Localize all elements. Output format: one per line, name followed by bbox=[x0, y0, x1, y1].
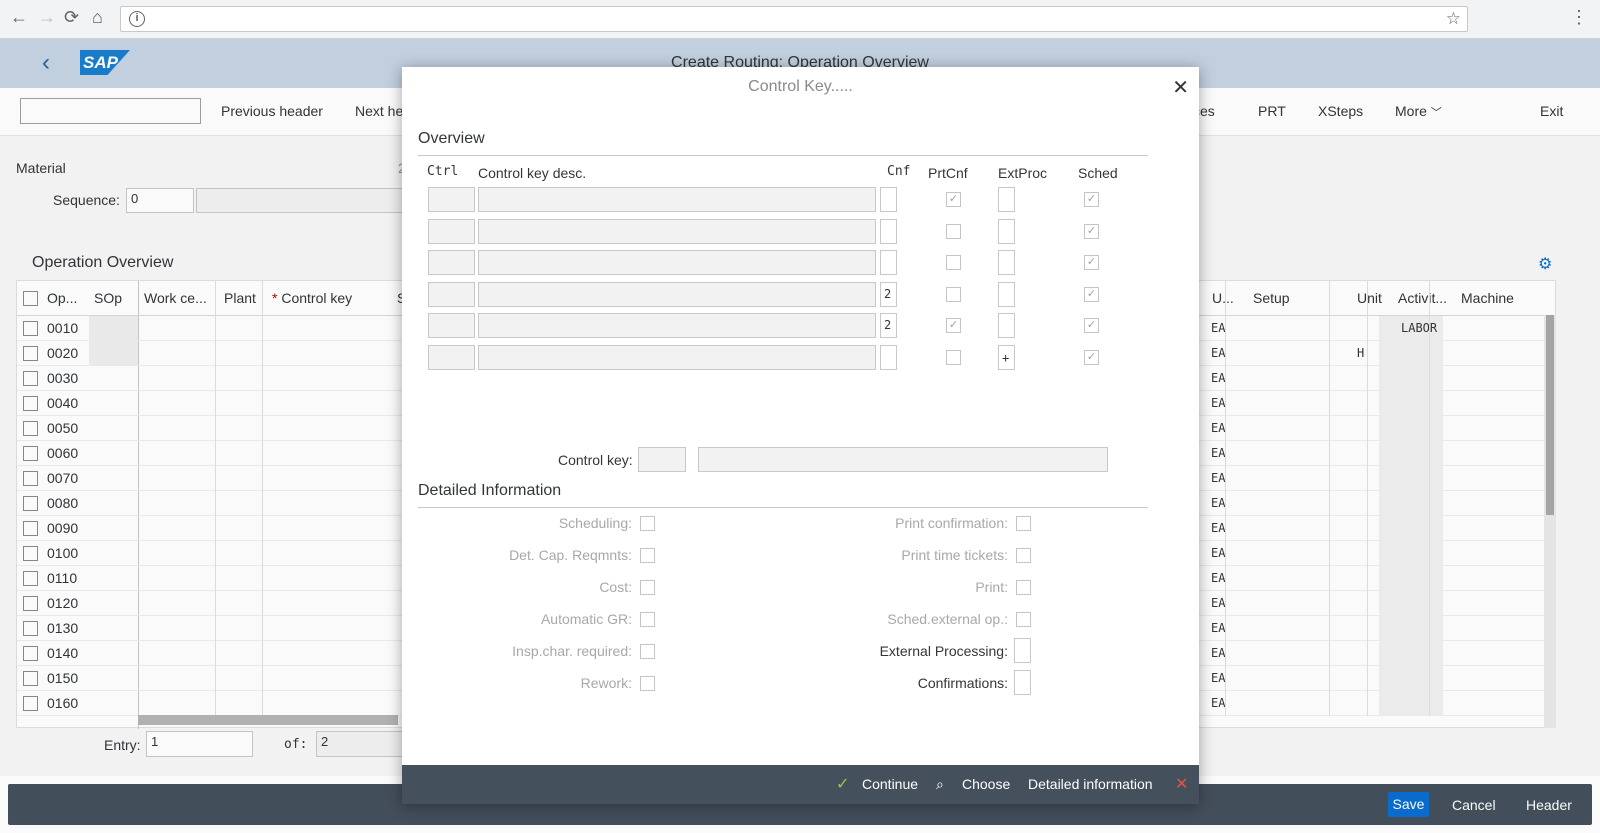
detail-left-label: Insp.char. required: bbox=[512, 643, 632, 659]
extproc-input[interactable] bbox=[998, 313, 1015, 338]
prtcnf-checkbox[interactable]: ✓ bbox=[946, 192, 961, 207]
desc-input[interactable] bbox=[478, 250, 876, 275]
prtcnf-checkbox[interactable] bbox=[946, 255, 961, 270]
bookmark-star-icon[interactable]: ☆ bbox=[1446, 9, 1461, 29]
detail-right-label: Print: bbox=[975, 579, 1008, 595]
choose-button[interactable]: Choose bbox=[962, 776, 1010, 792]
detail-left-checkbox[interactable] bbox=[640, 644, 655, 659]
detail-right-label: External Processing: bbox=[879, 643, 1008, 659]
col-prtcnf: PrtCnf bbox=[928, 165, 968, 181]
detail-left-label: Rework: bbox=[580, 675, 632, 691]
ctrl-input[interactable] bbox=[428, 218, 475, 244]
browser-back-icon[interactable]: ← bbox=[10, 7, 28, 28]
detail-right-label: Confirmations: bbox=[917, 675, 1008, 691]
prtcnf-checkbox[interactable] bbox=[946, 286, 961, 302]
cnf-input[interactable] bbox=[880, 250, 897, 275]
dialog-title: Control Key..... bbox=[748, 78, 853, 95]
magnifier-icon: ⌕ bbox=[936, 776, 944, 792]
cnf-input[interactable] bbox=[880, 218, 897, 244]
control-key-dialog: Control Key..... ✕ Overview Ctrl Control… bbox=[402, 67, 1199, 804]
sched-checkbox[interactable]: ✓ bbox=[1084, 286, 1099, 302]
extproc-input[interactable] bbox=[998, 218, 1015, 244]
sched-checkbox[interactable]: ✓ bbox=[1084, 192, 1099, 207]
sched-checkbox[interactable]: ✓ bbox=[1084, 318, 1099, 333]
detailed-info-section-title: Detailed Information bbox=[418, 482, 562, 499]
browser-forward-icon[interactable]: → bbox=[38, 7, 56, 28]
browser-toolbar: ← → ⟳ ⌂ i ☆ ⋮ bbox=[0, 0, 1600, 39]
desc-input[interactable] bbox=[478, 344, 876, 370]
detail-right-label: Print time tickets: bbox=[901, 547, 1008, 563]
detail-left-label: Scheduling: bbox=[558, 515, 632, 531]
sched-checkbox[interactable]: ✓ bbox=[1084, 349, 1099, 365]
check-icon: ✓ bbox=[836, 776, 850, 793]
extproc-input[interactable]: + bbox=[998, 344, 1015, 370]
dialog-footer: ✓ Continue ⌕ Choose Detailed information… bbox=[402, 765, 1199, 804]
extproc-input[interactable] bbox=[998, 250, 1015, 275]
detail-left-checkbox[interactable] bbox=[640, 676, 655, 691]
detail-right-checkbox[interactable] bbox=[1016, 612, 1031, 627]
ctrl-input[interactable] bbox=[428, 187, 475, 212]
continue-button[interactable]: Continue bbox=[862, 776, 918, 792]
close-icon[interactable]: ✕ bbox=[1172, 75, 1189, 100]
cnf-input[interactable] bbox=[880, 187, 897, 212]
desc-input[interactable] bbox=[478, 313, 876, 338]
ctrl-input[interactable] bbox=[428, 250, 475, 275]
ctrl-input[interactable] bbox=[428, 344, 475, 370]
detail-left-label: Cost: bbox=[599, 579, 632, 595]
home-icon[interactable]: ⌂ bbox=[92, 7, 103, 28]
cnf-input[interactable] bbox=[880, 344, 897, 370]
detail-left-label: Det. Cap. Reqmnts: bbox=[509, 547, 632, 563]
sched-checkbox[interactable]: ✓ bbox=[1084, 223, 1099, 239]
control-key-label: Control key: bbox=[558, 452, 633, 468]
address-bar[interactable]: i ☆ bbox=[120, 6, 1468, 32]
ctrl-input[interactable] bbox=[428, 281, 475, 307]
detail-right-input[interactable] bbox=[1014, 670, 1031, 695]
detail-right-input[interactable] bbox=[1014, 638, 1031, 663]
desc-input[interactable] bbox=[478, 187, 876, 212]
extproc-input[interactable] bbox=[998, 281, 1015, 307]
cancel-x-icon[interactable]: ✕ bbox=[1175, 774, 1188, 794]
detail-right-checkbox[interactable] bbox=[1016, 548, 1031, 563]
detail-right-label: Sched.external op.: bbox=[887, 611, 1008, 627]
col-ctrl: Ctrl bbox=[427, 164, 459, 179]
control-key-input[interactable] bbox=[638, 447, 686, 472]
detail-right-label: Print confirmation: bbox=[895, 515, 1008, 531]
col-cnf: Cnf bbox=[887, 164, 911, 179]
detail-left-checkbox[interactable] bbox=[640, 612, 655, 627]
control-key-desc-input[interactable] bbox=[698, 447, 1108, 472]
detail-left-label: Automatic GR: bbox=[540, 611, 632, 627]
overview-section-title: Overview bbox=[418, 130, 485, 147]
detail-left-checkbox[interactable] bbox=[640, 548, 655, 563]
detail-left-checkbox[interactable] bbox=[640, 516, 655, 531]
ctrl-input[interactable] bbox=[428, 313, 475, 338]
prtcnf-checkbox[interactable]: ✓ bbox=[946, 318, 961, 333]
browser-menu-icon[interactable]: ⋮ bbox=[1570, 7, 1588, 28]
col-extproc: ExtProc bbox=[998, 165, 1048, 181]
info-icon[interactable]: i bbox=[129, 11, 145, 27]
cnf-input[interactable]: 2 bbox=[880, 281, 897, 307]
prtcnf-checkbox[interactable] bbox=[946, 223, 961, 239]
prtcnf-checkbox[interactable] bbox=[946, 349, 961, 365]
desc-input[interactable] bbox=[478, 281, 876, 307]
detail-right-checkbox[interactable] bbox=[1016, 580, 1031, 595]
detail-right-checkbox[interactable] bbox=[1016, 516, 1031, 531]
sched-checkbox[interactable]: ✓ bbox=[1084, 255, 1099, 270]
col-sched: Sched bbox=[1078, 165, 1118, 181]
reload-icon[interactable]: ⟳ bbox=[64, 7, 79, 28]
col-control-key-desc: Control key desc. bbox=[478, 165, 587, 181]
cnf-input[interactable]: 2 bbox=[880, 313, 897, 338]
desc-input[interactable] bbox=[478, 218, 876, 244]
detailed-information-button[interactable]: Detailed information bbox=[1028, 776, 1153, 792]
detail-left-checkbox[interactable] bbox=[640, 580, 655, 595]
extproc-input[interactable] bbox=[998, 187, 1015, 212]
